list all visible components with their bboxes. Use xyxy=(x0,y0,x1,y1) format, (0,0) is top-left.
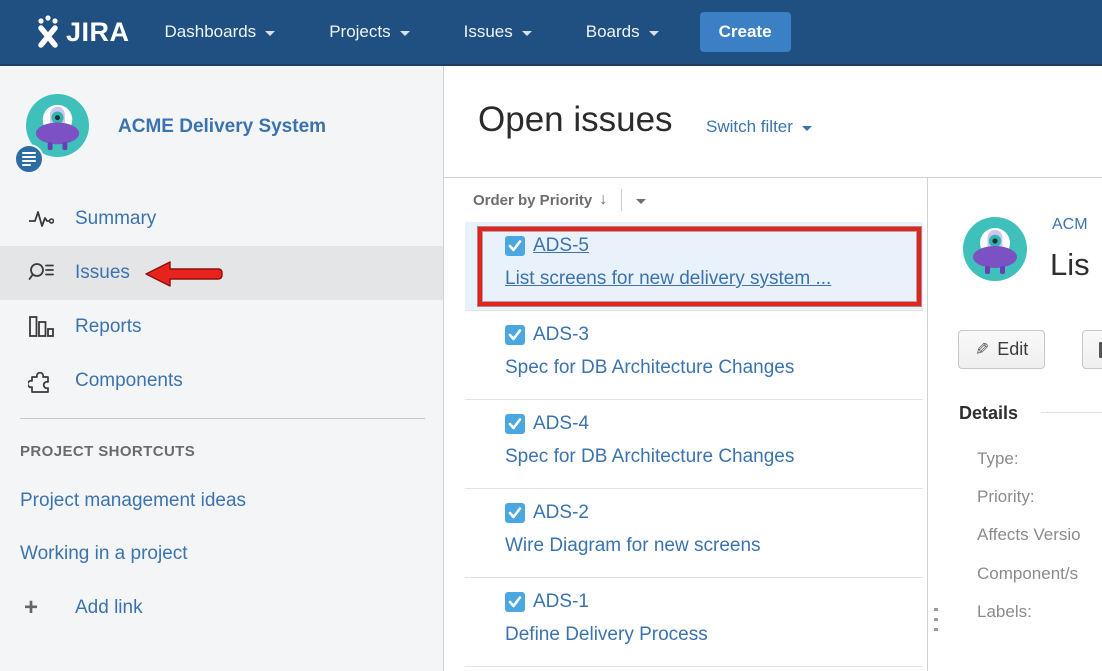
field-label-components: Component/s xyxy=(977,564,1078,584)
issue-row-ads-4[interactable]: ADS-4 Spec for DB Architecture Changes xyxy=(465,400,923,489)
list-lines-icon xyxy=(22,152,36,154)
issue-list: ADS-5 List screens for new delivery syst… xyxy=(465,222,923,667)
issue-row-ads-1[interactable]: ADS-1 Define Delivery Process xyxy=(465,578,923,667)
sidebar-divider xyxy=(20,418,425,419)
task-type-icon xyxy=(505,325,525,345)
create-button[interactable]: Create xyxy=(700,12,791,52)
page-title: Open issues xyxy=(478,100,673,140)
task-type-icon xyxy=(505,236,525,256)
plus-icon: + xyxy=(24,594,75,622)
jira-logo[interactable]: JIRA xyxy=(33,15,130,49)
issue-key-link[interactable]: ADS-4 xyxy=(533,413,589,435)
project-shortcuts-heading: PROJECT SHORTCUTS xyxy=(20,443,195,460)
chevron-down-icon xyxy=(522,31,532,36)
list-detail-divider xyxy=(927,177,928,671)
sidebar-item-label: Components xyxy=(75,370,183,392)
comment-button-partial[interactable] xyxy=(1082,330,1102,369)
sidebar-item-issues[interactable]: Issues xyxy=(0,246,443,300)
task-type-icon xyxy=(505,592,525,612)
jira-window: JIRA Dashboards Projects Issues Boards C… xyxy=(0,0,1102,671)
detail-breadcrumb-link[interactable]: ACM xyxy=(1052,216,1088,234)
issue-row-ads-5[interactable]: ADS-5 List screens for new delivery syst… xyxy=(465,222,923,311)
task-type-icon xyxy=(505,503,525,523)
panel-resize-handle[interactable] xyxy=(934,608,938,631)
sort-descending-icon: ↓ xyxy=(599,191,607,209)
issue-row-ads-2[interactable]: ADS-2 Wire Diagram for new screens xyxy=(465,489,923,578)
project-type-badge[interactable] xyxy=(14,144,44,174)
issue-key-link[interactable]: ADS-3 xyxy=(533,324,589,346)
nav-projects[interactable]: Projects xyxy=(302,0,436,65)
sidebar-item-label: Summary xyxy=(75,208,156,230)
issue-summary-link[interactable]: Wire Diagram for new screens xyxy=(505,535,923,557)
issue-key-link[interactable]: ADS-5 xyxy=(533,235,589,257)
order-by-label: Order by Priority xyxy=(473,192,592,209)
edit-button-label: Edit xyxy=(997,339,1028,360)
jira-logo-text: JIRA xyxy=(66,17,130,48)
chevron-down-icon xyxy=(802,126,812,131)
puzzle-icon xyxy=(28,368,54,394)
detail-project-avatar xyxy=(963,217,1027,281)
details-section-title: Details xyxy=(959,403,1018,424)
issue-summary-link[interactable]: Spec for DB Architecture Changes xyxy=(505,446,923,468)
project-name[interactable]: ACME Delivery System xyxy=(118,116,326,138)
chevron-down-icon xyxy=(400,31,410,36)
sidebar-item-label: Reports xyxy=(75,316,142,338)
nav-boards-label: Boards xyxy=(586,22,640,42)
nav-dashboards-label: Dashboards xyxy=(165,22,257,42)
sidebar-item-components[interactable]: Components xyxy=(0,354,443,408)
project-sidebar: ACME Delivery System Summary Issues xyxy=(0,66,444,671)
top-navigation-bar: JIRA Dashboards Projects Issues Boards C… xyxy=(0,0,1102,66)
bar-chart-icon xyxy=(28,314,54,340)
sidebar-item-reports[interactable]: Reports xyxy=(0,300,443,354)
issue-summary-link[interactable]: List screens for new delivery system ... xyxy=(505,268,923,290)
field-label-affects-version: Affects Versio xyxy=(977,525,1081,545)
search-list-icon xyxy=(28,260,54,286)
issue-summary-link[interactable]: Spec for DB Architecture Changes xyxy=(505,357,923,379)
add-link-button[interactable]: + Add link xyxy=(24,594,143,622)
ufo-avatar-icon xyxy=(963,217,1027,281)
nav-issues-label: Issues xyxy=(464,22,513,42)
nav-projects-label: Projects xyxy=(329,22,390,42)
nav-boards[interactable]: Boards xyxy=(559,0,686,65)
chevron-down-icon xyxy=(265,31,275,36)
field-label-priority: Priority: xyxy=(977,487,1035,507)
field-label-type: Type: xyxy=(977,449,1019,469)
sidebar-menu: Summary Issues Reports xyxy=(0,192,443,408)
nav-dashboards[interactable]: Dashboards xyxy=(138,0,303,65)
details-section-rule xyxy=(1041,412,1102,413)
task-type-icon xyxy=(505,414,525,434)
jira-mark-icon xyxy=(33,15,63,49)
order-bar-separator xyxy=(621,189,622,211)
switch-filter-label: Switch filter xyxy=(706,117,793,137)
sidebar-item-summary[interactable]: Summary xyxy=(0,192,443,246)
chevron-down-icon xyxy=(649,31,659,36)
issue-key-link[interactable]: ADS-1 xyxy=(533,591,589,613)
pulse-icon xyxy=(28,206,54,232)
top-nav-menu: Dashboards Projects Issues Boards xyxy=(138,0,686,65)
sidebar-item-label: Issues xyxy=(75,262,130,284)
add-link-label: Add link xyxy=(75,597,143,619)
pencil-icon: ✎ xyxy=(975,340,989,360)
content-top-border xyxy=(444,177,1102,178)
switch-filter-dropdown[interactable]: Switch filter xyxy=(706,117,812,137)
red-arrow-annotation xyxy=(144,260,224,288)
field-label-labels: Labels: xyxy=(977,602,1032,622)
edit-button[interactable]: ✎ Edit xyxy=(958,330,1045,369)
issue-row-ads-3[interactable]: ADS-3 Spec for DB Architecture Changes xyxy=(465,311,923,400)
shortcut-link[interactable]: Project management ideas xyxy=(20,490,246,512)
issue-summary-link[interactable]: Define Delivery Process xyxy=(505,624,923,646)
issue-key-link[interactable]: ADS-2 xyxy=(533,502,589,524)
order-by-control[interactable]: Order by Priority ↓ xyxy=(473,189,646,211)
detail-issue-title: Lis xyxy=(1050,247,1090,283)
shortcut-link[interactable]: Working in a project xyxy=(20,543,188,565)
order-options-dropdown-icon[interactable] xyxy=(636,199,646,204)
nav-issues[interactable]: Issues xyxy=(437,0,559,65)
